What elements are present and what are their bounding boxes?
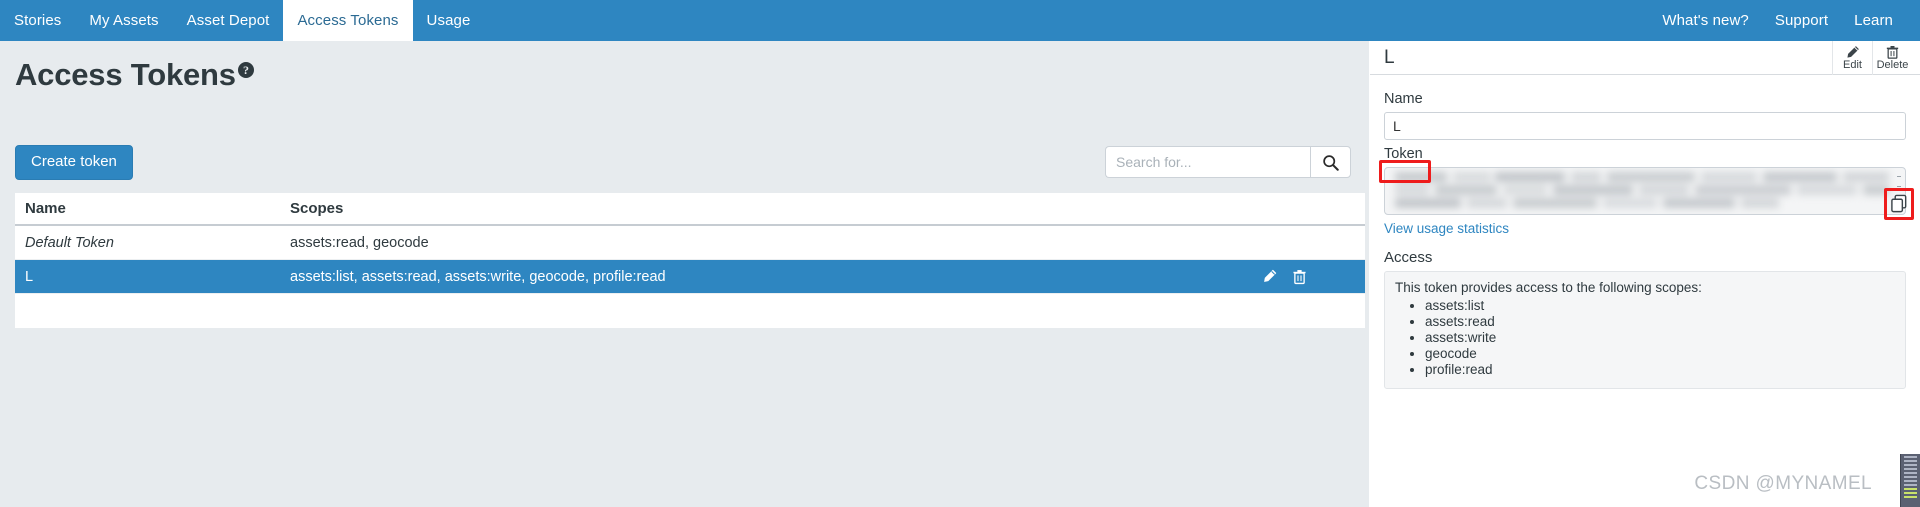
delete-button[interactable]: Delete (1872, 40, 1912, 75)
table-row[interactable]: Default Token assets:read, geocode (15, 226, 1365, 260)
scope-list: assets:list assets:read assets:write geo… (1395, 298, 1895, 378)
page-title: Access Tokens? (15, 57, 254, 93)
cell-token-scopes: assets:list, assets:read, assets:write, … (290, 268, 666, 285)
cell-token-scopes: assets:read, geocode (290, 234, 429, 251)
list-item: geocode (1425, 346, 1895, 362)
access-intro-text: This token provides access to the follow… (1395, 280, 1702, 295)
table-header-row: Name Scopes (15, 193, 1365, 226)
trash-icon (1886, 45, 1899, 59)
list-item: profile:read (1425, 362, 1895, 378)
pencil-icon (1847, 45, 1859, 58)
navbar-secondary-links: What's new? Support Learn (1649, 0, 1920, 41)
delete-icon[interactable] (1292, 269, 1307, 285)
create-token-button[interactable]: Create token (15, 145, 133, 180)
token-field[interactable] (1384, 167, 1906, 215)
name-field-label: Name (1384, 91, 1423, 107)
question-mark-icon[interactable]: ? (237, 61, 254, 78)
detail-panel-title: L (1384, 46, 1395, 68)
search-button[interactable] (1310, 146, 1351, 178)
edit-icon[interactable] (1262, 269, 1277, 284)
tokens-table: Name Scopes Default Token assets:read, g… (15, 193, 1365, 328)
column-header-name: Name (25, 200, 66, 217)
nav-item-asset-depot[interactable]: Asset Depot (173, 0, 284, 41)
name-field[interactable] (1384, 112, 1906, 140)
table-row-filler (15, 294, 1365, 328)
cell-token-name: L (25, 268, 34, 285)
watermark: CSDN @MYNAMEL (1694, 473, 1872, 494)
token-field-label: Token (1384, 146, 1423, 162)
list-item: assets:write (1425, 330, 1895, 346)
list-item: assets:read (1425, 314, 1895, 330)
page-title-text: Access Tokens (15, 57, 236, 92)
column-header-scopes: Scopes (290, 200, 344, 217)
copy-token-button[interactable] (1889, 193, 1909, 215)
access-section-label: Access (1384, 249, 1433, 266)
tokens-list-pane: Access Tokens? Create token Name Scopes … (0, 41, 1369, 507)
detail-panel-actions: Edit Delete (1832, 40, 1912, 75)
detail-panel-body: Name Token (1370, 75, 1920, 389)
nav-item-usage[interactable]: Usage (413, 0, 485, 41)
list-item: assets:list (1425, 298, 1895, 314)
table-row[interactable]: L assets:list, assets:read, assets:write… (15, 260, 1365, 294)
detail-panel-header: L Edit Delete (1370, 40, 1920, 75)
nav-item-my-assets[interactable]: My Assets (75, 0, 172, 41)
access-scopes-box: This token provides access to the follow… (1384, 271, 1906, 389)
search-bar (1105, 146, 1351, 178)
view-usage-statistics-link[interactable]: View usage statistics (1384, 221, 1509, 236)
access-tokens-page: Stories My Assets Asset Depot Access Tok… (0, 0, 1920, 507)
nav-item-access-tokens[interactable]: Access Tokens (283, 0, 413, 41)
search-icon (1323, 154, 1339, 171)
token-detail-panel: L Edit Delete Name L Token View usage st… (1370, 40, 1920, 507)
token-masked-value (1395, 172, 1895, 208)
top-navbar: Stories My Assets Asset Depot Access Tok… (0, 0, 1920, 41)
nav-item-whats-new[interactable]: What's new? (1649, 13, 1762, 28)
nav-item-support[interactable]: Support (1762, 13, 1841, 28)
delete-button-label: Delete (1876, 58, 1909, 71)
cell-token-name: Default Token (25, 234, 114, 251)
copy-icon (1890, 194, 1906, 213)
nav-item-stories[interactable]: Stories (0, 0, 75, 41)
edit-button[interactable]: Edit (1832, 40, 1872, 75)
row-action-buttons (1262, 269, 1307, 285)
edit-button-label: Edit (1843, 58, 1862, 71)
corner-widget (1900, 454, 1920, 507)
navbar-primary-links: Stories My Assets Asset Depot Access Tok… (0, 0, 484, 41)
search-input[interactable] (1105, 146, 1310, 178)
nav-item-learn[interactable]: Learn (1841, 13, 1906, 28)
